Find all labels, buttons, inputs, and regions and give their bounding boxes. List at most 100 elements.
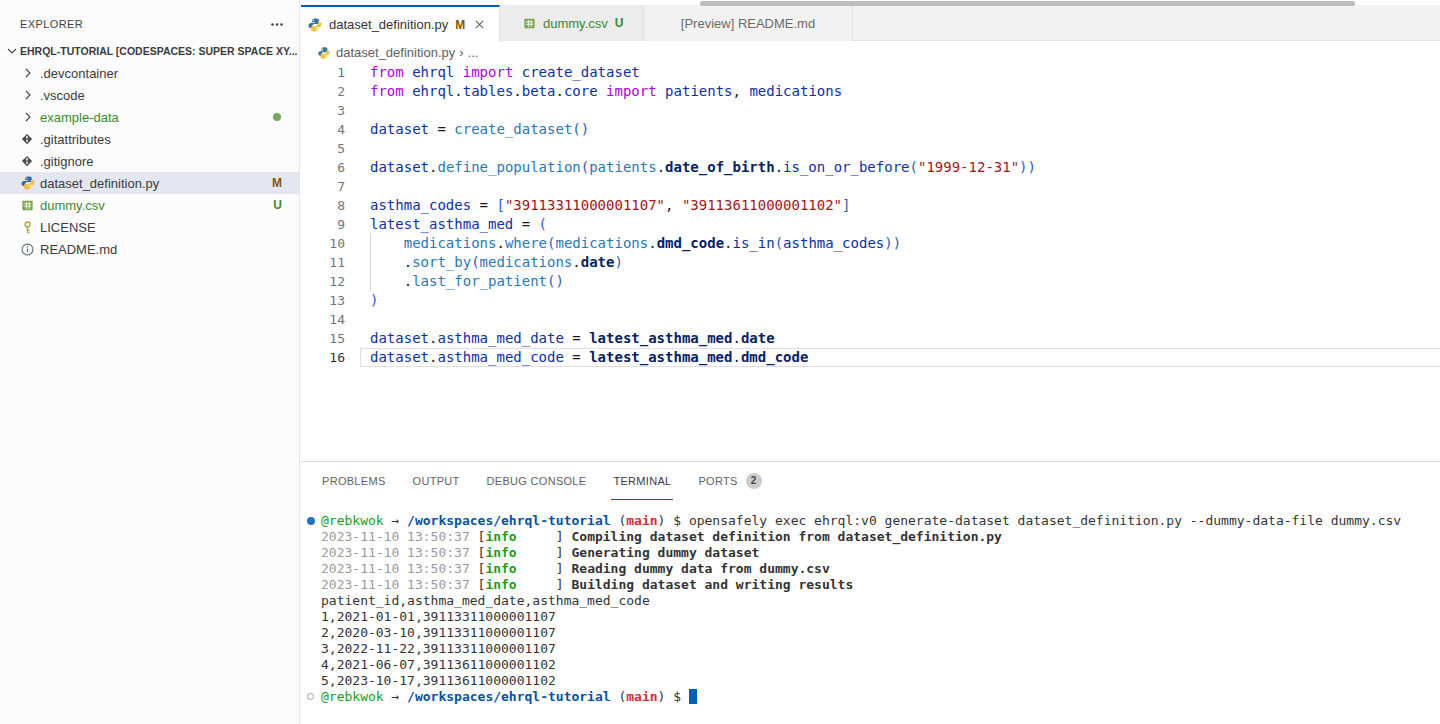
code-line-4[interactable]: 4dataset = create_dataset() — [301, 120, 1440, 139]
panel-tab-label: DEBUG CONSOLE — [487, 475, 587, 487]
scrollbar-thumb[interactable] — [700, 1, 1355, 6]
code-line-1[interactable]: 1from ehrql import create_dataset — [301, 63, 1440, 82]
breadcrumb-file[interactable]: dataset_definition.py — [336, 45, 455, 60]
line-number: 3 — [301, 101, 345, 120]
line-number: 6 — [301, 158, 345, 177]
panel-tab-label: PORTS — [698, 475, 737, 487]
panel-tab-terminal[interactable]: TERMINAL — [611, 462, 673, 500]
code-text — [345, 101, 1440, 120]
code-line-16[interactable]: 16dataset.asthma_med_code = latest_asthm… — [301, 348, 1440, 367]
git-status-badge: M — [272, 176, 282, 190]
tab-dirty-badge: M — [455, 18, 465, 32]
code-line-12[interactable]: 12 .last_for_patient() — [301, 272, 1440, 291]
panel-tab-ports[interactable]: PORTS2 — [696, 462, 763, 500]
line-number: 16 — [301, 348, 345, 367]
chevron-right-icon: › — [459, 45, 463, 60]
sidebar-item-readme-md[interactable]: README.md — [0, 238, 299, 260]
python-icon — [307, 17, 323, 33]
more-actions-icon[interactable] — [269, 16, 285, 32]
file-label: README.md — [40, 242, 117, 257]
command-success-decoration[interactable] — [307, 517, 315, 525]
workspace-header[interactable]: EHRQL-TUTORIAL [CODESPACES: SUPER SPACE … — [0, 40, 299, 62]
tab-dummy-csv[interactable]: dummy.csv U — [500, 5, 644, 41]
terminal-line: 2023-11-10 13:50:37 [info ] Reading dumm… — [301, 561, 1440, 577]
tab-dataset-definition-py[interactable]: dataset_definition.pyM — [301, 5, 500, 42]
code-line-8[interactable]: 8asthma_codes = ["39113311000001107", "3… — [301, 196, 1440, 215]
sidebar-item--vscode[interactable]: .vscode — [0, 84, 299, 106]
line-number: 11 — [301, 253, 345, 272]
sidebar-item-example-data[interactable]: example-data — [0, 106, 299, 128]
terminal-line: 1,2021-01-01,39113311000001107 — [301, 609, 1440, 625]
terminal-line: 2,2020-03-10,39113311000001107 — [301, 625, 1440, 641]
command-pending-decoration[interactable] — [307, 693, 314, 700]
git-icon — [20, 132, 34, 146]
code-text — [345, 177, 1440, 196]
explorer-title: EXPLORER — [20, 18, 83, 30]
line-number: 5 — [301, 139, 345, 158]
tab-bar: dataset_definition.pyM dummy.csv U [Preview… — [301, 5, 1440, 41]
tab-label: dummy.csv — [543, 16, 608, 31]
code-text — [345, 310, 1440, 329]
code-line-11[interactable]: 11 .sort_by(medications.date) — [301, 253, 1440, 272]
sidebar-item--gitattributes[interactable]: .gitattributes — [0, 128, 299, 150]
git-status-badge: U — [273, 198, 282, 212]
workspace-title: EHRQL-TUTORIAL [CODESPACES: SUPER SPACE … — [20, 45, 298, 57]
panel-tab-label: OUTPUT — [413, 475, 460, 487]
chevron-down-icon — [4, 43, 20, 59]
code-text: dataset.define_population(patients.date_… — [345, 158, 1440, 177]
file-label: example-data — [40, 110, 119, 125]
sidebar-item--gitignore[interactable]: .gitignore — [0, 150, 299, 172]
panel-tab-bar: PROBLEMS OUTPUT DEBUG CONSOLE TERMINAL PORTS… — [301, 462, 1440, 500]
file-label: .gitattributes — [40, 132, 111, 147]
code-editor[interactable]: 1from ehrql import create_dataset2from e… — [301, 63, 1440, 461]
code-line-15[interactable]: 15dataset.asthma_med_date = latest_asthm… — [301, 329, 1440, 348]
terminal[interactable]: @rebkwok → /workspaces/ehrql-tutorial (m… — [301, 513, 1440, 705]
line-number: 7 — [301, 177, 345, 196]
csv-icon — [20, 198, 35, 213]
editor-group: dataset_definition.pyMdummy.csvU[Preview… — [301, 0, 1440, 724]
code-line-6[interactable]: 6dataset.define_population(patients.date… — [301, 158, 1440, 177]
code-line-3[interactable]: 3 — [301, 101, 1440, 120]
code-line-9[interactable]: 9latest_asthma_med = ( — [301, 215, 1440, 234]
git-untracked-dot — [273, 113, 281, 121]
code-text: .sort_by(medications.date) — [345, 253, 1440, 272]
code-line-2[interactable]: 2from ehrql.tables.beta.core import pati… — [301, 82, 1440, 101]
line-number: 8 — [301, 196, 345, 215]
code-text: medications.where(medications.dmd_code.i… — [345, 234, 1440, 253]
tab-dirty-badge: U — [615, 16, 624, 30]
panel-tab-problems[interactable]: PROBLEMS — [320, 462, 388, 500]
line-number: 15 — [301, 329, 345, 348]
code-line-13[interactable]: 13) — [301, 291, 1440, 310]
chevron-right-icon — [20, 109, 36, 125]
breadcrumb-symbol[interactable]: ... — [468, 45, 479, 60]
line-number: 9 — [301, 215, 345, 234]
panel-tab-label: PROBLEMS — [322, 475, 386, 487]
line-number: 13 — [301, 291, 345, 310]
info-icon — [20, 242, 35, 257]
sidebar-item-license[interactable]: LICENSE — [0, 216, 299, 238]
line-number: 12 — [301, 272, 345, 291]
code-line-7[interactable]: 7 — [301, 177, 1440, 196]
close-icon[interactable] — [472, 17, 487, 32]
git-icon — [20, 154, 34, 168]
chevron-right-icon — [20, 65, 36, 81]
tab--preview-readme-md[interactable]: [Preview] README.md — [644, 5, 853, 41]
terminal-line: 3,2022-11-22,39113311000001107 — [301, 641, 1440, 657]
code-text: latest_asthma_med = ( — [345, 215, 1440, 234]
code-line-14[interactable]: 14 — [301, 310, 1440, 329]
file-label: dummy.csv — [40, 198, 105, 213]
tab-label: [Preview] README.md — [681, 16, 815, 31]
line-number: 4 — [301, 120, 345, 139]
sidebar-item-dummy-csv[interactable]: dummy.csv U — [0, 194, 299, 216]
panel-tab-debug-console[interactable]: DEBUG CONSOLE — [485, 462, 589, 500]
sidebar-item-dataset-definition-py[interactable]: dataset_definition.py M — [0, 172, 299, 194]
file-label: dataset_definition.py — [40, 176, 159, 191]
sidebar-item--devcontainer[interactable]: .devcontainer — [0, 62, 299, 84]
terminal-cursor — [689, 689, 697, 704]
code-line-5[interactable]: 5 — [301, 139, 1440, 158]
file-label: LICENSE — [40, 220, 96, 235]
code-line-10[interactable]: 10 medications.where(medications.dmd_cod… — [301, 234, 1440, 253]
line-number: 14 — [301, 310, 345, 329]
panel-tab-output[interactable]: OUTPUT — [411, 462, 462, 500]
terminal-line: 2023-11-10 13:50:37 [info ] Generating d… — [301, 545, 1440, 561]
